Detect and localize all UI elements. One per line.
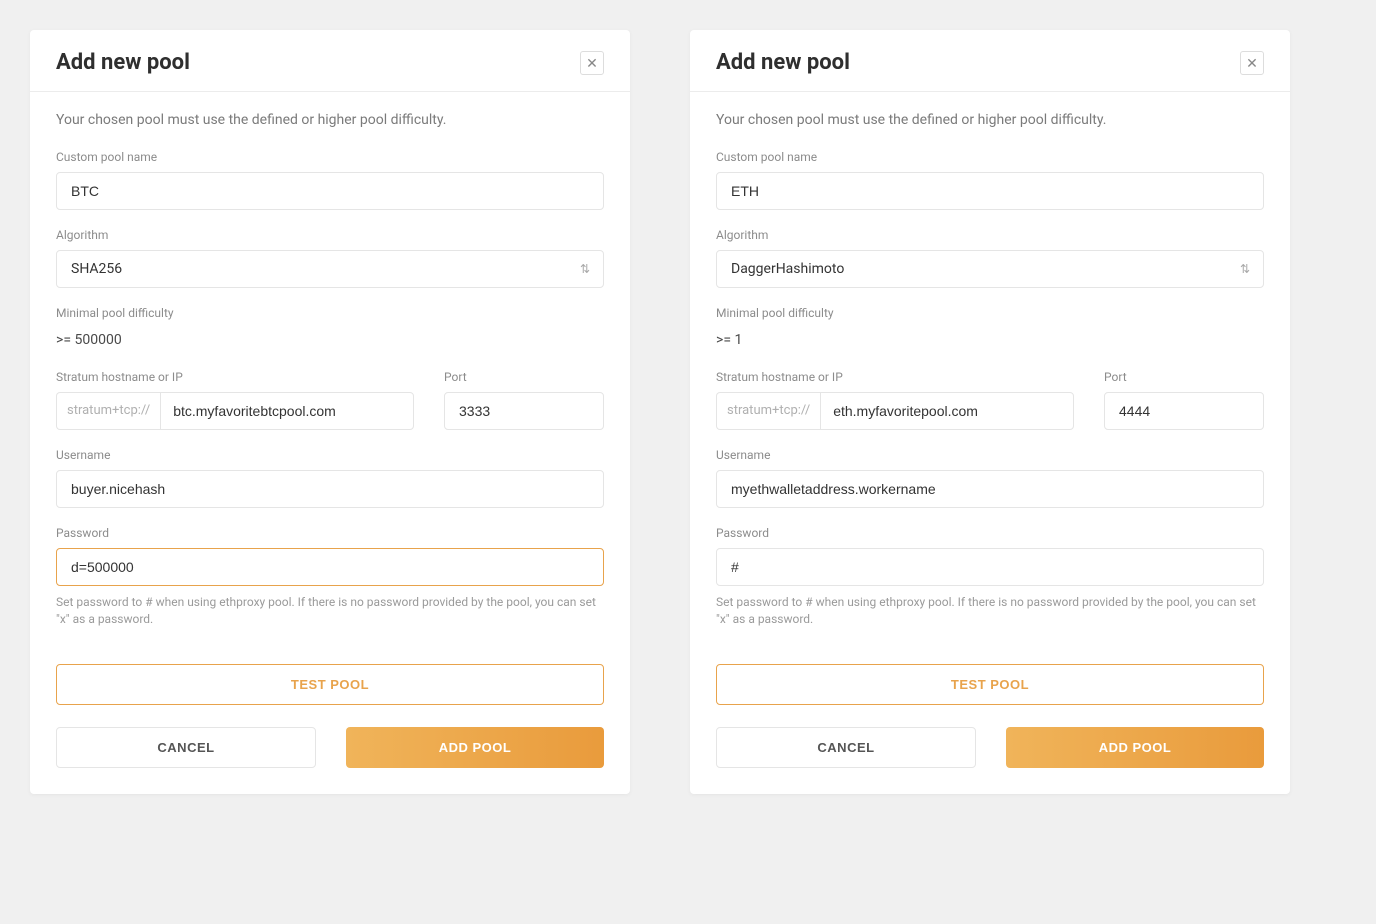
close-button[interactable]: ✕ bbox=[1240, 51, 1264, 75]
button-row: CANCEL ADD POOL bbox=[56, 727, 604, 768]
input-custom-pool-name[interactable] bbox=[716, 172, 1264, 210]
value-min-difficulty: >= 1 bbox=[716, 328, 1264, 352]
field-min-difficulty: Minimal pool difficulty >= 500000 bbox=[56, 306, 604, 352]
input-username[interactable] bbox=[716, 470, 1264, 508]
input-password[interactable] bbox=[56, 548, 604, 586]
field-hostname: Stratum hostname or IP stratum+tcp:// bbox=[716, 370, 1074, 430]
field-password: Password Set password to # when using et… bbox=[716, 526, 1264, 628]
add-pool-modal-right: Add new pool ✕ Your chosen pool must use… bbox=[690, 30, 1290, 794]
row-host-port: Stratum hostname or IP stratum+tcp:// Po… bbox=[716, 370, 1264, 448]
field-min-difficulty: Minimal pool difficulty >= 1 bbox=[716, 306, 1264, 352]
label-username: Username bbox=[716, 448, 1264, 462]
field-algorithm: Algorithm SHA256 ⇅ bbox=[56, 228, 604, 288]
password-hint: Set password to # when using ethproxy po… bbox=[716, 594, 1264, 628]
input-port[interactable] bbox=[444, 392, 604, 430]
modal-body: Your chosen pool must use the defined or… bbox=[690, 92, 1290, 794]
label-username: Username bbox=[56, 448, 604, 462]
input-custom-pool-name[interactable] bbox=[56, 172, 604, 210]
input-hostname[interactable] bbox=[820, 392, 1074, 430]
select-algorithm[interactable]: SHA256 bbox=[56, 250, 604, 288]
row-host-port: Stratum hostname or IP stratum+tcp:// Po… bbox=[56, 370, 604, 448]
input-port[interactable] bbox=[1104, 392, 1264, 430]
label-password: Password bbox=[56, 526, 604, 540]
label-port: Port bbox=[444, 370, 604, 384]
cancel-button[interactable]: CANCEL bbox=[716, 727, 976, 768]
field-hostname: Stratum hostname or IP stratum+tcp:// bbox=[56, 370, 414, 430]
field-custom-pool-name: Custom pool name bbox=[56, 150, 604, 210]
modal-header: Add new pool ✕ bbox=[30, 30, 630, 92]
input-username[interactable] bbox=[56, 470, 604, 508]
field-username: Username bbox=[716, 448, 1264, 508]
cancel-button[interactable]: CANCEL bbox=[56, 727, 316, 768]
label-password: Password bbox=[716, 526, 1264, 540]
label-custom-pool-name: Custom pool name bbox=[56, 150, 604, 164]
add-pool-modal-left: Add new pool ✕ Your chosen pool must use… bbox=[30, 30, 630, 794]
add-pool-button[interactable]: ADD POOL bbox=[346, 727, 604, 768]
close-button[interactable]: ✕ bbox=[580, 51, 604, 75]
add-pool-button[interactable]: ADD POOL bbox=[1006, 727, 1264, 768]
field-port: Port bbox=[1104, 370, 1264, 430]
select-algorithm[interactable]: DaggerHashimoto bbox=[716, 250, 1264, 288]
modal-body: Your chosen pool must use the defined or… bbox=[30, 92, 630, 794]
password-hint: Set password to # when using ethproxy po… bbox=[56, 594, 604, 628]
test-pool-button[interactable]: TEST POOL bbox=[716, 664, 1264, 705]
modal-header: Add new pool ✕ bbox=[690, 30, 1290, 92]
label-hostname: Stratum hostname or IP bbox=[716, 370, 1074, 384]
field-username: Username bbox=[56, 448, 604, 508]
label-port: Port bbox=[1104, 370, 1264, 384]
label-min-difficulty: Minimal pool difficulty bbox=[56, 306, 604, 320]
field-algorithm: Algorithm DaggerHashimoto ⇅ bbox=[716, 228, 1264, 288]
field-port: Port bbox=[444, 370, 604, 430]
modal-description: Your chosen pool must use the defined or… bbox=[56, 112, 604, 128]
label-algorithm: Algorithm bbox=[56, 228, 604, 242]
value-min-difficulty: >= 500000 bbox=[56, 328, 604, 352]
label-algorithm: Algorithm bbox=[716, 228, 1264, 242]
test-pool-button[interactable]: TEST POOL bbox=[56, 664, 604, 705]
input-password[interactable] bbox=[716, 548, 1264, 586]
field-password: Password Set password to # when using et… bbox=[56, 526, 604, 628]
stratum-prefix: stratum+tcp:// bbox=[56, 392, 160, 430]
input-hostname[interactable] bbox=[160, 392, 414, 430]
button-row: CANCEL ADD POOL bbox=[716, 727, 1264, 768]
close-icon: ✕ bbox=[586, 56, 598, 70]
label-hostname: Stratum hostname or IP bbox=[56, 370, 414, 384]
field-custom-pool-name: Custom pool name bbox=[716, 150, 1264, 210]
modal-title: Add new pool bbox=[56, 50, 190, 75]
modal-title: Add new pool bbox=[716, 50, 850, 75]
label-custom-pool-name: Custom pool name bbox=[716, 150, 1264, 164]
stratum-prefix: stratum+tcp:// bbox=[716, 392, 820, 430]
close-icon: ✕ bbox=[1246, 56, 1258, 70]
modal-description: Your chosen pool must use the defined or… bbox=[716, 112, 1264, 128]
label-min-difficulty: Minimal pool difficulty bbox=[716, 306, 1264, 320]
